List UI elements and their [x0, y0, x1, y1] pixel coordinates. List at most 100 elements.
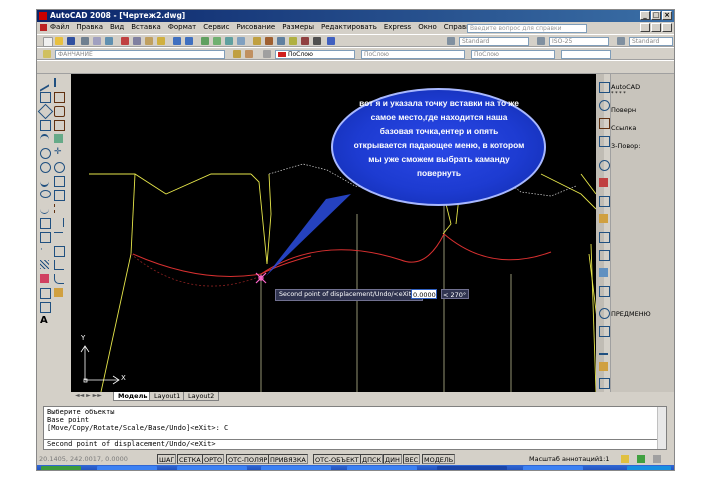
workspace-icon[interactable] — [637, 455, 645, 463]
mirror-icon[interactable] — [54, 106, 65, 117]
copy-icon[interactable] — [133, 37, 141, 45]
point-icon[interactable]: · — [40, 246, 49, 255]
zoom-window-icon[interactable] — [225, 37, 233, 45]
print-icon[interactable] — [81, 37, 89, 45]
plot-style-select[interactable] — [561, 50, 611, 59]
lineweight-select[interactable]: ПоСлою — [471, 50, 555, 59]
stretch-icon[interactable] — [54, 190, 65, 201]
cut-icon[interactable] — [121, 37, 129, 45]
taskbar-item-2[interactable] — [177, 466, 247, 470]
trim-icon[interactable] — [54, 204, 64, 213]
tray-settings-icon[interactable] — [653, 455, 661, 463]
menu-tools[interactable]: Сервис — [203, 23, 229, 31]
insert-block-icon[interactable] — [40, 218, 51, 229]
palette-item-link[interactable]: Ссылка — [611, 124, 636, 132]
layer-previous-icon[interactable] — [245, 50, 253, 58]
dyn-toggle[interactable]: ДИН — [383, 454, 402, 464]
doc-close-button[interactable] — [662, 23, 672, 32]
command-window[interactable]: Выберите объекты Base point [Move/Copy/R… — [43, 406, 667, 450]
text-style-icon[interactable] — [447, 37, 455, 45]
save-icon[interactable] — [67, 37, 75, 45]
doc-restore-button[interactable] — [651, 23, 661, 32]
palette-item-autocad[interactable]: AutoCAD — [611, 83, 640, 91]
osnap-toggle[interactable]: ПРИВЯЗКА — [268, 454, 308, 464]
sheet-set-icon[interactable] — [289, 37, 297, 45]
menu-insert[interactable]: Вставка — [131, 23, 161, 31]
ducs-toggle[interactable]: ДПСК — [360, 454, 384, 464]
palette-tool-5-icon[interactable] — [599, 160, 610, 171]
break-icon[interactable] — [54, 232, 63, 242]
color-select[interactable]: ПоСлою — [275, 50, 355, 59]
zoom-realtime-icon[interactable] — [213, 37, 221, 45]
construction-line-icon[interactable] — [54, 78, 65, 87]
chamfer-icon[interactable] — [54, 260, 64, 270]
palette-tool-14-icon[interactable] — [599, 326, 610, 337]
taskbar-item-1[interactable] — [97, 466, 157, 470]
palette-tool-17-icon[interactable] — [599, 378, 610, 389]
menu-view[interactable]: Вид — [110, 23, 124, 31]
tab-model[interactable]: Модель — [113, 392, 153, 401]
palette-tool-15-icon[interactable] — [599, 344, 608, 355]
taskbar-item-3[interactable] — [261, 466, 331, 470]
menu-dimension[interactable]: Размеры — [282, 23, 314, 31]
polyline-icon[interactable] — [40, 92, 51, 103]
arc-icon[interactable] — [40, 134, 49, 145]
join-icon[interactable] — [54, 246, 65, 257]
polar-toggle[interactable]: ОТС-ПОЛЯР — [226, 454, 270, 464]
taskbar-item-6[interactable] — [523, 466, 583, 470]
help-icon[interactable] — [327, 37, 335, 45]
lineweight-toggle[interactable]: ВЕС — [403, 454, 421, 464]
menu-modify[interactable]: Редактировать — [321, 23, 377, 31]
annotation-scale-value[interactable]: 1:1 — [599, 453, 609, 465]
model-toggle[interactable]: МОДЕЛЬ — [422, 454, 456, 464]
polygon-icon[interactable] — [37, 103, 54, 120]
layer-manager-icon[interactable] — [43, 50, 51, 58]
document-menu-icon[interactable] — [40, 23, 47, 31]
close-button[interactable]: × — [662, 11, 672, 20]
explode-icon[interactable] — [54, 288, 63, 297]
make-current-layer-icon[interactable] — [233, 50, 241, 58]
distance-input[interactable]: 0.0000 — [411, 289, 437, 299]
palette-tool-2-icon[interactable] — [599, 100, 610, 111]
snap-toggle[interactable]: ШАГ — [157, 454, 177, 464]
dim-style-icon[interactable] — [537, 37, 545, 45]
palette-tool-8-icon[interactable] — [599, 214, 608, 223]
spline-icon[interactable] — [40, 176, 49, 187]
design-center-icon[interactable] — [265, 37, 273, 45]
new-file-icon[interactable] — [43, 37, 53, 47]
gradient-icon[interactable] — [40, 274, 49, 283]
help-search-input[interactable]: Введите вопрос для справки — [467, 24, 587, 33]
grid-toggle[interactable]: СЕТКА — [177, 454, 203, 464]
taskbar-item-autocad[interactable] — [437, 466, 507, 470]
rotate-icon[interactable] — [54, 162, 65, 173]
calculator-icon[interactable] — [313, 37, 321, 45]
palette-tool-7-icon[interactable] — [599, 196, 610, 207]
palette-item-rotate[interactable]: Поверн — [611, 106, 636, 114]
drawing-canvas[interactable]: вот я и указала точку вставки на то же с… — [71, 74, 607, 393]
tab-layout2[interactable]: Layout2 — [183, 392, 220, 401]
rectangle-icon[interactable] — [40, 120, 51, 131]
tab-nav-arrows-icon[interactable]: ◄◄ ► ►► — [75, 392, 102, 399]
multiline-text-icon[interactable]: A — [40, 316, 49, 326]
table-style-icon[interactable] — [617, 37, 625, 45]
angle-input[interactable]: < 270° — [441, 289, 469, 299]
region-icon[interactable] — [40, 288, 51, 299]
extend-icon[interactable] — [54, 218, 64, 227]
menu-express[interactable]: Express — [384, 23, 411, 31]
palette-tool-6-icon[interactable] — [599, 178, 608, 187]
palette-tool-13-icon[interactable] — [599, 308, 610, 319]
properties-icon[interactable] — [253, 37, 261, 45]
copy-object-icon[interactable] — [54, 92, 65, 103]
palette-tool-12-icon[interactable] — [599, 286, 610, 297]
table-icon[interactable] — [40, 302, 51, 313]
taskbar-item-4[interactable] — [347, 466, 417, 470]
table-style-select[interactable]: Standard — [629, 37, 673, 46]
open-folder-icon[interactable] — [55, 37, 63, 45]
palette-tool-16-icon[interactable] — [599, 362, 608, 371]
pan-icon[interactable] — [201, 37, 209, 45]
menu-edit[interactable]: Правка — [76, 23, 103, 31]
circle-icon[interactable] — [40, 148, 51, 159]
menu-file[interactable]: Файл — [50, 23, 69, 31]
palette-tool-11-icon[interactable] — [599, 268, 608, 277]
plot-preview-icon[interactable] — [93, 37, 101, 45]
